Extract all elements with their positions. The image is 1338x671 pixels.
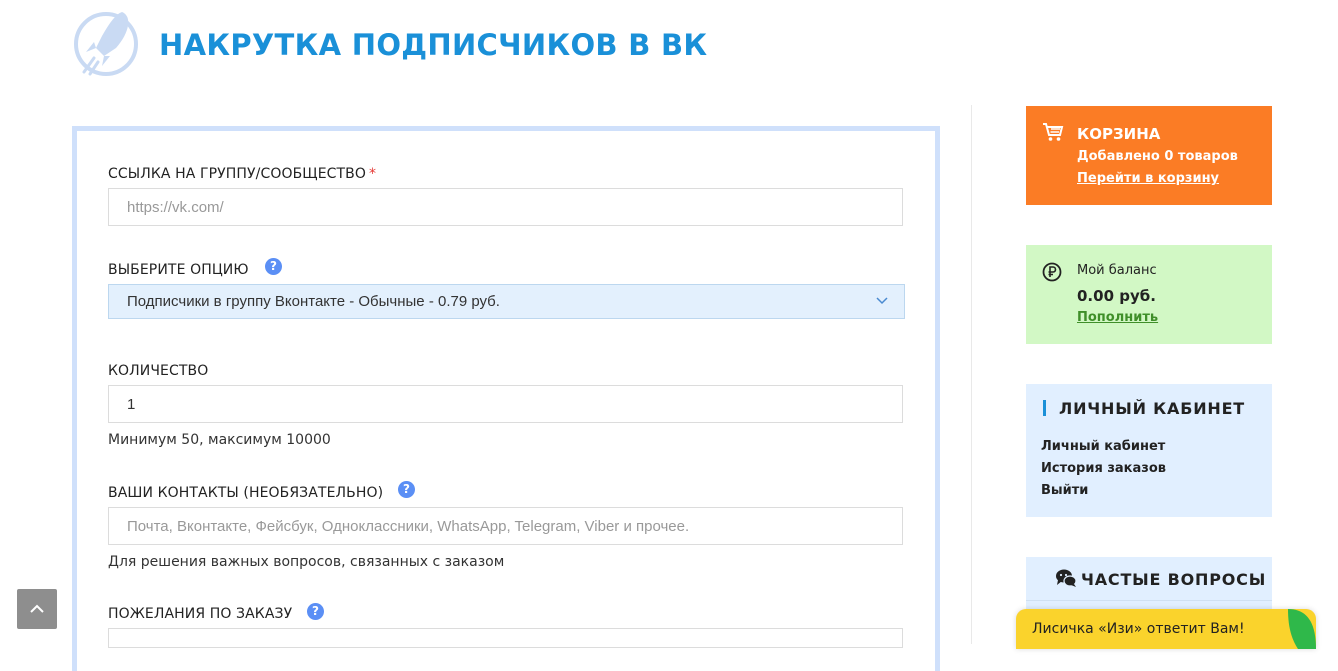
page-title: НАКРУТКА ПОДПИСЧИКОВ В ВК [159,28,708,62]
account-link-cabinet[interactable]: Личный кабинет [1041,439,1165,454]
contacts-field-label: ВАШИ КОНТАКТЫ (НЕОБЯЗАТЕЛЬНО) [108,485,384,501]
go-to-cart-link[interactable]: Перейти в корзину [1077,171,1219,186]
cart-count-text: Добавлено 0 товаров [1077,149,1238,164]
wishes-field-label: ПОЖЕЛАНИЯ ПО ЗАКАЗУ [108,606,293,622]
faq-divider [1026,600,1272,601]
faq-title: ЧАСТЫЕ ВОПРОСЫ [1081,570,1267,589]
cart-icon [1043,123,1064,141]
vertical-divider [971,105,972,644]
contacts-input[interactable]: Почта, Вконтакте, Фейсбук, Одноклассники… [108,507,903,545]
cart-widget: КОРЗИНА Добавлено 0 товаров Перейти в ко… [1026,106,1272,205]
balance-value: 0.00 руб. [1077,287,1156,305]
account-link-logout[interactable]: Выйти [1041,483,1088,498]
quantity-field-label: КОЛИЧЕСТВО [108,363,209,379]
quantity-hint: Минимум 50, максимум 10000 [108,432,331,448]
wishes-textarea[interactable] [108,628,903,648]
option-select[interactable]: Подписчики в группу Вконтакте - Обычные … [108,284,905,319]
required-mark: * [369,166,377,182]
contacts-hint: Для решения важных вопросов, связанных с… [108,554,505,570]
balance-widget: Мой баланс 0.00 руб. Пополнить [1026,245,1272,344]
rocket-icon [74,12,138,76]
chevron-down-icon [876,297,888,305]
option-select-value: Подписчики в группу Вконтакте - Обычные … [127,293,500,310]
wishes-help-icon[interactable]: ? [307,603,324,620]
title-accent-bar [1043,400,1046,416]
scroll-top-button[interactable] [17,589,57,629]
option-help-icon[interactable]: ? [265,258,282,275]
account-title: ЛИЧНЫЙ КАБИНЕТ [1059,399,1246,418]
chat-widget-text: Лисичка «Изи» ответит Вам! [1032,621,1245,637]
ruble-icon [1042,262,1062,282]
contacts-help-icon[interactable]: ? [398,481,415,498]
quantity-input[interactable]: 1 [108,385,903,423]
cart-title: КОРЗИНА [1077,125,1161,143]
balance-label: Мой баланс [1077,263,1157,278]
account-widget: ЛИЧНЫЙ КАБИНЕТ Личный кабинет История за… [1026,384,1272,517]
chat-widget[interactable]: Лисичка «Изи» ответит Вам! [1016,609,1316,649]
leaf-icon [1288,609,1316,649]
group-link-input[interactable]: https://vk.com/ [108,188,903,226]
option-field-label: ВЫБЕРИТЕ ОПЦИЮ [108,262,249,278]
link-field-label: ССЫЛКА НА ГРУППУ/СООБЩЕСТВО * [108,166,377,182]
top-up-link[interactable]: Пополнить [1077,310,1158,325]
chevron-up-icon [30,604,44,613]
account-link-orders[interactable]: История заказов [1041,461,1166,476]
chat-bubbles-icon [1056,569,1077,587]
